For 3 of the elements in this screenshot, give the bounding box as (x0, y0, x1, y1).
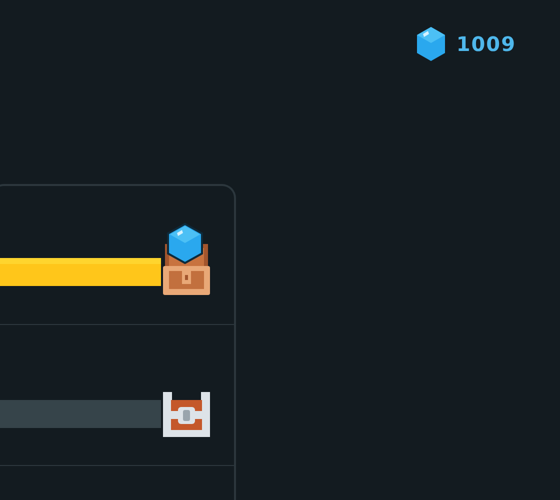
gem-count: 1009 (456, 31, 516, 58)
chest-icon (163, 392, 210, 437)
gem-icon (416, 26, 446, 62)
